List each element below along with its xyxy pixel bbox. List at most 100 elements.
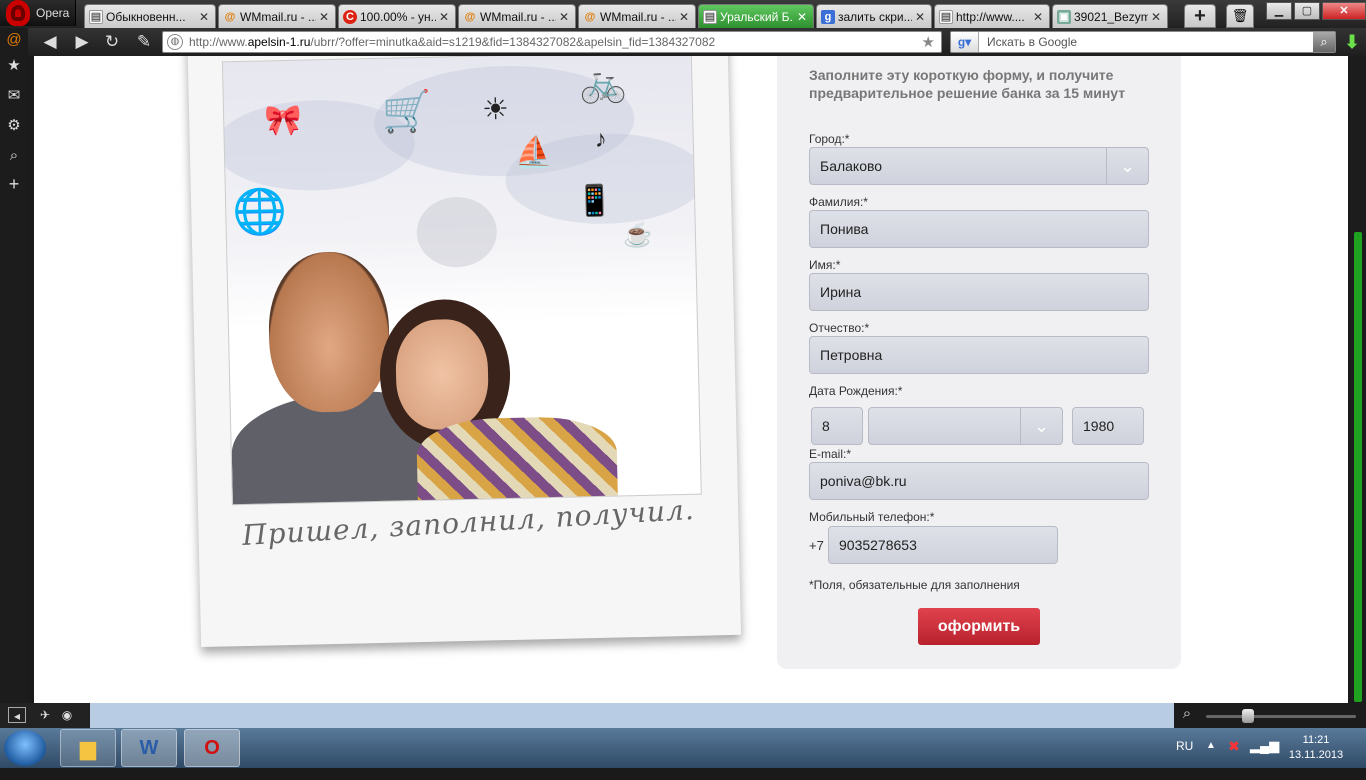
close-tab-icon[interactable]: ✕ (679, 10, 691, 24)
image-icon: ▣ (1057, 9, 1071, 24)
tab-9[interactable]: ▣ 39021_Bezym...✕ (1052, 4, 1168, 28)
zoom-slider-knob[interactable] (1242, 709, 1254, 723)
cart-doodle-icon: 🛒 (381, 89, 433, 135)
tab-3[interactable]: C 100.00% - ун... ✕ (338, 4, 456, 28)
required-note: *Поля, обязательные для заполнения (809, 578, 1020, 592)
polaroid-frame: 🎀 🛒 ☀ 🚲 ⛵ ♪ 🌐 📱 ☕ Пришел, заполнил, полу… (186, 56, 742, 648)
network-disconnected-icon[interactable]: ✖ (1228, 738, 1240, 778)
tray-expand-icon[interactable]: ▲ (1206, 740, 1216, 780)
patronymic-input[interactable]: Петровна (809, 336, 1149, 374)
firstname-label: Имя:* (809, 258, 841, 272)
tab-5[interactable]: @ WMmail.ru - ... ✕ (578, 4, 696, 28)
wmmail-icon: @ (224, 10, 236, 23)
firstname-input[interactable]: Ирина (809, 273, 1149, 311)
url-domain: apelsin-1.ru (247, 35, 311, 49)
tab-4[interactable]: @ WMmail.ru - ... ✕ (458, 4, 576, 28)
bow-doodle-icon: 🎀 (263, 103, 302, 138)
city-select[interactable]: Балаково ⌄ (809, 147, 1149, 185)
tab-1[interactable]: ▤ Обыкновенн... ✕ (84, 4, 216, 28)
maximize-button[interactable]: ▢ (1294, 2, 1320, 20)
lastname-input[interactable]: Понива (809, 210, 1149, 248)
birth-day-input[interactable]: 8 (811, 407, 863, 445)
zoom-slider-track[interactable] (1206, 715, 1356, 718)
birth-year-input[interactable]: 1980 (1072, 407, 1144, 445)
tab-8[interactable]: ▤ http://www.... ✕ (934, 4, 1050, 28)
music-note-doodle-icon: ♪ (594, 125, 608, 153)
bicycle-doodle-icon: 🚲 (579, 62, 628, 106)
phone-input[interactable]: 9035278653 (828, 526, 1058, 564)
new-tab-button[interactable]: + (1184, 4, 1216, 28)
mail-icon[interactable]: ✉ (4, 86, 24, 106)
add-panel-icon[interactable]: + (4, 174, 24, 194)
address-bar[interactable]: ◍ http://www. apelsin-1.ru/ubrr/?offer=mi… (162, 31, 942, 53)
mug-doodle-icon: ☕ (622, 221, 654, 250)
forward-icon[interactable]: ▶ (70, 32, 94, 52)
gear-icon[interactable]: ⚙ (4, 116, 24, 136)
boat-doodle-icon: ⛵ (514, 135, 553, 170)
turbo-icon[interactable]: ✈ (36, 707, 54, 723)
unite-icon[interactable]: ◉ (58, 707, 76, 723)
tab-2[interactable]: @ WMmail.ru - ... ✕ (218, 4, 336, 28)
wmmail-panel-icon[interactable]: @ (4, 30, 24, 50)
signal-icon[interactable]: ▂▄▆ (1250, 738, 1279, 778)
opera-menu-label: Opera (36, 6, 70, 20)
scrollbar-thumb[interactable] (1354, 232, 1362, 702)
sun-doodle-icon: ☀ (481, 92, 510, 127)
globe-icon: ◍ (167, 34, 183, 50)
search-field[interactable]: g▾ Искать в Google ⌕ (950, 31, 1336, 53)
edit-icon[interactable]: ✎ (132, 32, 156, 52)
opera-taskbar-icon[interactable]: O (184, 729, 240, 767)
close-tab-icon[interactable]: ✕ (1151, 10, 1163, 24)
word-taskbar-icon[interactable]: W (121, 729, 177, 767)
opera-menu-button[interactable]: Opera (0, 0, 76, 26)
close-tab-icon[interactable]: ✕ (199, 10, 211, 24)
submit-button[interactable]: оформить (918, 608, 1040, 645)
chevron-down-icon[interactable]: ⌄ (1106, 148, 1148, 184)
search-panel-icon[interactable]: ⌕ (4, 146, 24, 166)
vertical-scrollbar[interactable] (1350, 56, 1366, 703)
tab-bar: Opera ▤ Обыкновенн... ✕ @ WMmail.ru - ...… (0, 0, 1366, 28)
close-tab-icon[interactable]: ✕ (439, 10, 451, 24)
close-tab-icon[interactable]: ✕ (319, 10, 331, 24)
explorer-taskbar-icon[interactable]: ▆ (60, 729, 116, 767)
windows-start-button[interactable] (4, 730, 46, 766)
back-icon[interactable]: ◀ (38, 32, 62, 52)
email-label: E-mail:* (809, 447, 852, 461)
close-tab-icon[interactable]: ✕ (797, 10, 809, 24)
panel-toggle-icon[interactable]: ◂ (8, 707, 26, 723)
birth-month-select[interactable]: ⌄ (868, 407, 1063, 445)
close-tab-icon[interactable]: ✕ (1033, 10, 1045, 24)
download-arrow-icon[interactable]: ⬇ (1342, 32, 1362, 52)
system-clock[interactable]: 11:21 13.11.2013 (1276, 733, 1356, 763)
chevron-down-icon[interactable]: ⌄ (1020, 408, 1062, 444)
minimize-button[interactable]: ▁ (1266, 2, 1292, 20)
form-title: Заполните эту короткую форму, и получите… (809, 67, 1126, 101)
zoom-control: ⌕ (1174, 703, 1366, 728)
page-icon: ▤ (939, 9, 953, 24)
tab-strip: ▤ Обыкновенн... ✕ @ WMmail.ru - ... ✕ C 10… (84, 4, 1170, 28)
reload-icon[interactable]: ↻ (100, 32, 124, 52)
navigation-bar: ◀ ▶ ↻ ✎ ◍ http://www. apelsin-1.ru/ubrr/?… (0, 28, 1366, 56)
tab-7[interactable]: g залить скри... ✕ (816, 4, 932, 28)
url-prefix: http://www. (189, 35, 248, 49)
lastname-label: Фамилия:* (809, 195, 868, 209)
clock-time: 11:21 (1302, 734, 1330, 746)
language-indicator[interactable]: RU (1176, 739, 1193, 779)
copyright-icon: C (343, 9, 357, 24)
search-icon[interactable]: ⌕ (1313, 32, 1335, 52)
close-window-button[interactable]: ✕ (1322, 2, 1366, 20)
google-search-engine-icon[interactable]: g▾ (951, 32, 979, 52)
phone-prefix: +7 (809, 538, 824, 553)
close-tab-icon[interactable]: ✕ (915, 10, 927, 24)
url-path: /ubrr/?offer=minutka&aid=s1219&fid=13843… (310, 35, 716, 49)
bookmarks-star-icon[interactable]: ★ (4, 56, 24, 76)
email-input[interactable]: poniva@bk.ru (809, 462, 1149, 500)
bookmark-star-icon[interactable]: ★ (922, 33, 935, 51)
trash-icon[interactable]: 🗑 (1226, 4, 1254, 28)
close-tab-icon[interactable]: ✕ (559, 10, 571, 24)
side-panel: @ ★ ✉ ⚙ ⌕ + (0, 28, 28, 704)
tab-6-active[interactable]: ▤ Уральский Б... ✕ (698, 4, 814, 28)
opera-logo-icon (6, 0, 30, 26)
zoom-magnifier-icon[interactable]: ⌕ (1178, 706, 1196, 722)
phone-label: Мобильный телефон:* (809, 510, 935, 524)
